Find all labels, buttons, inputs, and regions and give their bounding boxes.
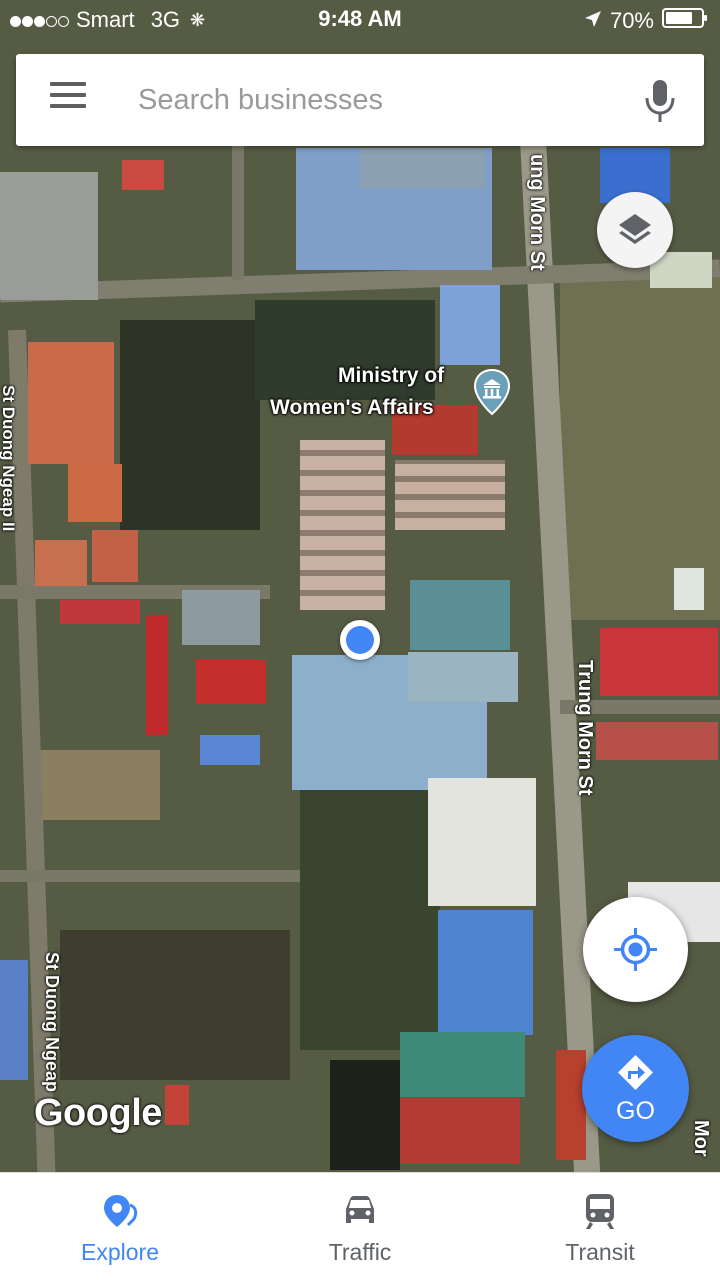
building-light	[408, 652, 518, 702]
building-white-4	[674, 568, 704, 610]
microphone-icon	[645, 80, 675, 122]
building-red-10	[596, 722, 718, 760]
road-horizontal-low	[0, 870, 300, 882]
my-location-icon	[614, 928, 657, 971]
building-blue-small	[200, 735, 260, 765]
building-red-3	[35, 540, 87, 586]
building-red-9	[122, 160, 164, 190]
building-blue-3	[440, 285, 500, 365]
menu-icon-line	[50, 82, 86, 86]
row-houses-2	[395, 460, 505, 530]
building-blue-2	[438, 910, 533, 1035]
street-label-trung-morn-mid: Trung Morn St	[574, 660, 596, 796]
status-bar: Smart 3G ❋ 9:48 AM 70%	[0, 0, 720, 40]
building-white	[428, 778, 536, 906]
building-blue-edge	[0, 960, 28, 1080]
street-label-trung-morn-bottom: Mor	[690, 1120, 712, 1157]
menu-button[interactable]	[50, 82, 90, 118]
place-label-line1[interactable]: Ministry of	[338, 364, 444, 388]
search-input[interactable]	[138, 76, 608, 124]
building-red-13	[165, 1085, 189, 1125]
street-label-duong-ngeap-top: St Duong Ngeap II	[0, 385, 18, 532]
search-bar	[16, 54, 704, 146]
street-label-duong-ngeap-bottom: St Duong Ngeap	[42, 952, 62, 1092]
building-teal	[410, 580, 510, 650]
location-arrow-icon	[584, 8, 602, 34]
layers-icon	[619, 214, 651, 244]
building-green	[400, 1032, 525, 1097]
microphone-button[interactable]	[644, 78, 676, 124]
road-vertical-small	[232, 140, 244, 280]
building-red-8	[400, 1098, 520, 1164]
solar-panels	[182, 590, 260, 645]
place-label-line2[interactable]: Women's Affairs	[270, 396, 434, 420]
building-red-7	[196, 660, 266, 704]
directions-icon	[618, 1055, 653, 1090]
tab-explore-label: Explore	[81, 1239, 159, 1265]
tab-transit[interactable]: Transit	[480, 1173, 720, 1280]
go-directions-button[interactable]: GO	[582, 1035, 689, 1142]
train-icon	[586, 1194, 614, 1229]
battery-percent: 70%	[609, 8, 654, 33]
status-right: 70%	[584, 7, 708, 35]
building-red-5	[600, 628, 718, 696]
building-red-11	[60, 600, 140, 624]
building-gray	[360, 148, 485, 188]
tab-transit-label: Transit	[565, 1239, 635, 1265]
google-attribution: Google	[34, 1092, 162, 1134]
menu-icon-line	[50, 104, 86, 108]
dark-pool	[330, 1060, 400, 1170]
go-label: GO	[616, 1097, 655, 1125]
building-red-2	[68, 464, 122, 522]
car-icon	[346, 1196, 374, 1223]
pond-area	[120, 320, 260, 530]
tree-area-2	[300, 790, 440, 1050]
building-red-4	[92, 530, 138, 582]
tab-traffic-label: Traffic	[328, 1239, 392, 1265]
street-label-trung-morn-top: ung Morn St	[526, 154, 548, 271]
building-red-1	[28, 342, 114, 464]
explore-pin-icon	[104, 1195, 138, 1227]
bottom-navigation: Explore Traffic Transit	[0, 1172, 720, 1280]
dirt-lot	[40, 750, 160, 820]
current-location-dot	[340, 620, 380, 660]
current-location-dot-inner	[346, 626, 374, 654]
building-red-6	[146, 615, 168, 735]
battery-icon	[662, 7, 708, 35]
tab-traffic[interactable]: Traffic	[240, 1173, 480, 1280]
building-gray-2	[0, 172, 98, 300]
row-houses-1	[300, 440, 385, 610]
layers-button[interactable]	[597, 192, 673, 268]
dark-lot	[60, 930, 290, 1080]
menu-icon-line	[50, 93, 86, 97]
tab-explore[interactable]: Explore	[0, 1173, 240, 1280]
my-location-button[interactable]	[583, 897, 688, 1002]
museum-icon[interactable]	[473, 368, 511, 416]
